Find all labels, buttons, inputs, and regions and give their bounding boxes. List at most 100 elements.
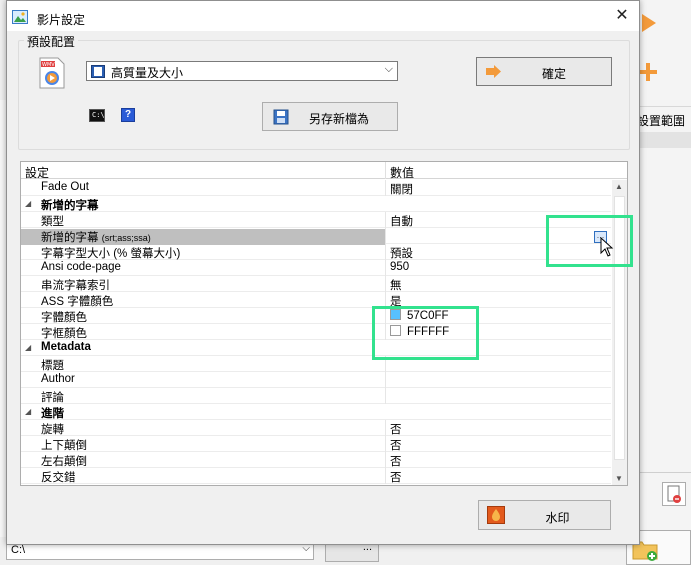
row-value[interactable]: 950	[390, 261, 409, 273]
column-separator	[385, 372, 386, 388]
scroll-down-icon[interactable]: ▼	[615, 474, 623, 483]
title-bar[interactable]: 影片設定 ✕	[7, 1, 639, 31]
row-rotate[interactable]: 旋轉 否	[21, 420, 611, 436]
background-row	[633, 132, 691, 148]
command-line-icon[interactable]: C:\	[89, 109, 105, 122]
row-value[interactable]: 否	[390, 437, 402, 453]
row-label-text: 新增的字幕	[41, 232, 99, 244]
preset-select[interactable]: 高質量及大小 ⌵	[86, 61, 398, 81]
set-range-label[interactable]: 設置範圍	[637, 112, 685, 129]
column-separator	[385, 468, 386, 484]
preset-selected-value: 高質量及大小	[111, 66, 184, 80]
film-icon	[91, 65, 105, 78]
column-separator	[385, 162, 386, 179]
row-value[interactable]: 預設	[390, 245, 413, 261]
background-divider	[633, 106, 691, 107]
row-label: 字框顏色	[41, 328, 87, 340]
scroll-up-icon[interactable]: ▲	[615, 182, 623, 191]
ok-button[interactable]: 確定	[476, 57, 612, 86]
category-metadata[interactable]: ◢ Metadata	[21, 340, 611, 356]
forward-arrow-icon[interactable]	[640, 12, 658, 34]
document-remove-icon	[667, 485, 681, 503]
column-separator	[385, 388, 386, 404]
row-label: 上下顛倒	[41, 440, 87, 452]
picture-icon	[12, 10, 28, 24]
category-label: 新增的字幕	[41, 200, 99, 212]
row-value[interactable]: 否	[390, 453, 402, 469]
column-header-value[interactable]: 數值	[390, 164, 414, 181]
wmv-file-icon: WMV	[39, 57, 65, 89]
row-value[interactable]: 關閉	[390, 181, 413, 197]
column-separator	[385, 180, 386, 196]
save-as-button[interactable]: 另存新檔為	[262, 102, 398, 131]
watermark-label: 水印	[545, 511, 570, 525]
ok-button-label: 確定	[541, 67, 566, 81]
row-label: 左右顛倒	[41, 456, 87, 468]
collapse-triangle-icon[interactable]: ◢	[25, 407, 31, 416]
row-value[interactable]: 無	[390, 277, 402, 293]
row-ass-font-color[interactable]: ASS 字體顏色 是	[21, 292, 611, 308]
row-added-subtitle[interactable]: 新增的字幕 (srt;ass;ssa)	[21, 228, 611, 245]
row-flip-vertical[interactable]: 上下顛倒 否	[21, 436, 611, 452]
grid-rows: Fade Out 關閉 ◢ 新增的字幕 類型 自動 新增的字幕 (srt;ass…	[21, 180, 611, 484]
chevron-down-icon: ⌵	[384, 63, 393, 75]
row-label: 類型	[41, 216, 64, 228]
row-label: 新增的字幕 (srt;ass;ssa)	[21, 229, 386, 245]
row-font-color[interactable]: 字體顏色 57C0FF	[21, 308, 611, 324]
category-advanced[interactable]: ◢ 進階	[21, 404, 611, 420]
row-label: 評論	[41, 392, 64, 404]
column-separator	[385, 228, 386, 244]
row-comment[interactable]: 評論	[21, 388, 611, 404]
background-app-panel	[633, 0, 691, 565]
row-label: 字幕字型大小 (% 螢幕大小)	[41, 248, 181, 260]
column-separator	[385, 212, 386, 228]
help-icon[interactable]: ?	[121, 108, 135, 122]
background-divider	[633, 472, 691, 473]
column-separator	[385, 420, 386, 436]
row-label: ASS 字體顏色	[41, 296, 114, 308]
save-as-label: 另存新檔為	[308, 112, 369, 126]
row-value[interactable]: 自動	[390, 213, 413, 229]
row-label: 字體顏色	[41, 312, 87, 324]
row-label-hint: (srt;ass;ssa)	[101, 233, 151, 243]
row-subtitle-font-size[interactable]: 字幕字型大小 (% 螢幕大小) 預設	[21, 244, 611, 260]
add-icon[interactable]	[638, 62, 658, 82]
row-fade-out[interactable]: Fade Out 關閉	[21, 180, 611, 196]
preset-group-label: 預設配置	[24, 33, 79, 50]
row-flip-horizontal[interactable]: 左右顛倒 否	[21, 452, 611, 468]
collapse-triangle-icon[interactable]: ◢	[25, 343, 31, 352]
grid-header: 設定 數值	[21, 162, 627, 181]
category-subtitles[interactable]: ◢ 新增的字幕	[21, 196, 611, 212]
column-separator	[385, 244, 386, 260]
row-deinterlace[interactable]: 反交錯 否	[21, 468, 611, 484]
row-label: Author	[41, 373, 75, 385]
row-title[interactable]: 標題	[21, 356, 611, 372]
settings-property-grid: 設定 數值 Fade Out 關閉 ◢ 新增的字幕 類型 自動 新增的字幕 (s…	[20, 161, 628, 486]
collapse-triangle-icon[interactable]: ◢	[25, 199, 31, 208]
row-stream-subtitle-index[interactable]: 串流字幕索引 無	[21, 276, 611, 292]
row-label: 反交錯	[41, 472, 76, 484]
row-value[interactable]: 否	[390, 469, 402, 485]
column-separator	[385, 452, 386, 468]
document-remove-button[interactable]	[662, 482, 686, 506]
highlight-box	[372, 306, 479, 360]
category-label: 進階	[41, 408, 64, 420]
row-border-color[interactable]: 字框顏色 FFFFFF	[21, 324, 611, 340]
close-button[interactable]: ✕	[605, 1, 639, 31]
row-label: Fade Out	[41, 181, 89, 193]
row-label: 串流字幕索引	[41, 280, 110, 292]
output-path-text: C:\	[11, 544, 26, 556]
row-author[interactable]: Author	[21, 372, 611, 388]
watermark-button[interactable]: 水印	[478, 500, 611, 530]
close-icon: ✕	[615, 7, 629, 24]
column-separator	[385, 436, 386, 452]
row-ansi-code-page[interactable]: Ansi code-page 950	[21, 260, 611, 276]
dialog-title: 影片設定	[37, 13, 86, 27]
column-header-setting[interactable]: 設定	[25, 164, 49, 181]
row-label: 旋轉	[41, 424, 64, 436]
column-separator	[385, 260, 386, 276]
row-value[interactable]: 否	[390, 421, 402, 437]
row-subtitle-type[interactable]: 類型 自動	[21, 212, 611, 228]
row-label: 標題	[41, 360, 64, 372]
svg-text:WMV: WMV	[42, 62, 55, 68]
